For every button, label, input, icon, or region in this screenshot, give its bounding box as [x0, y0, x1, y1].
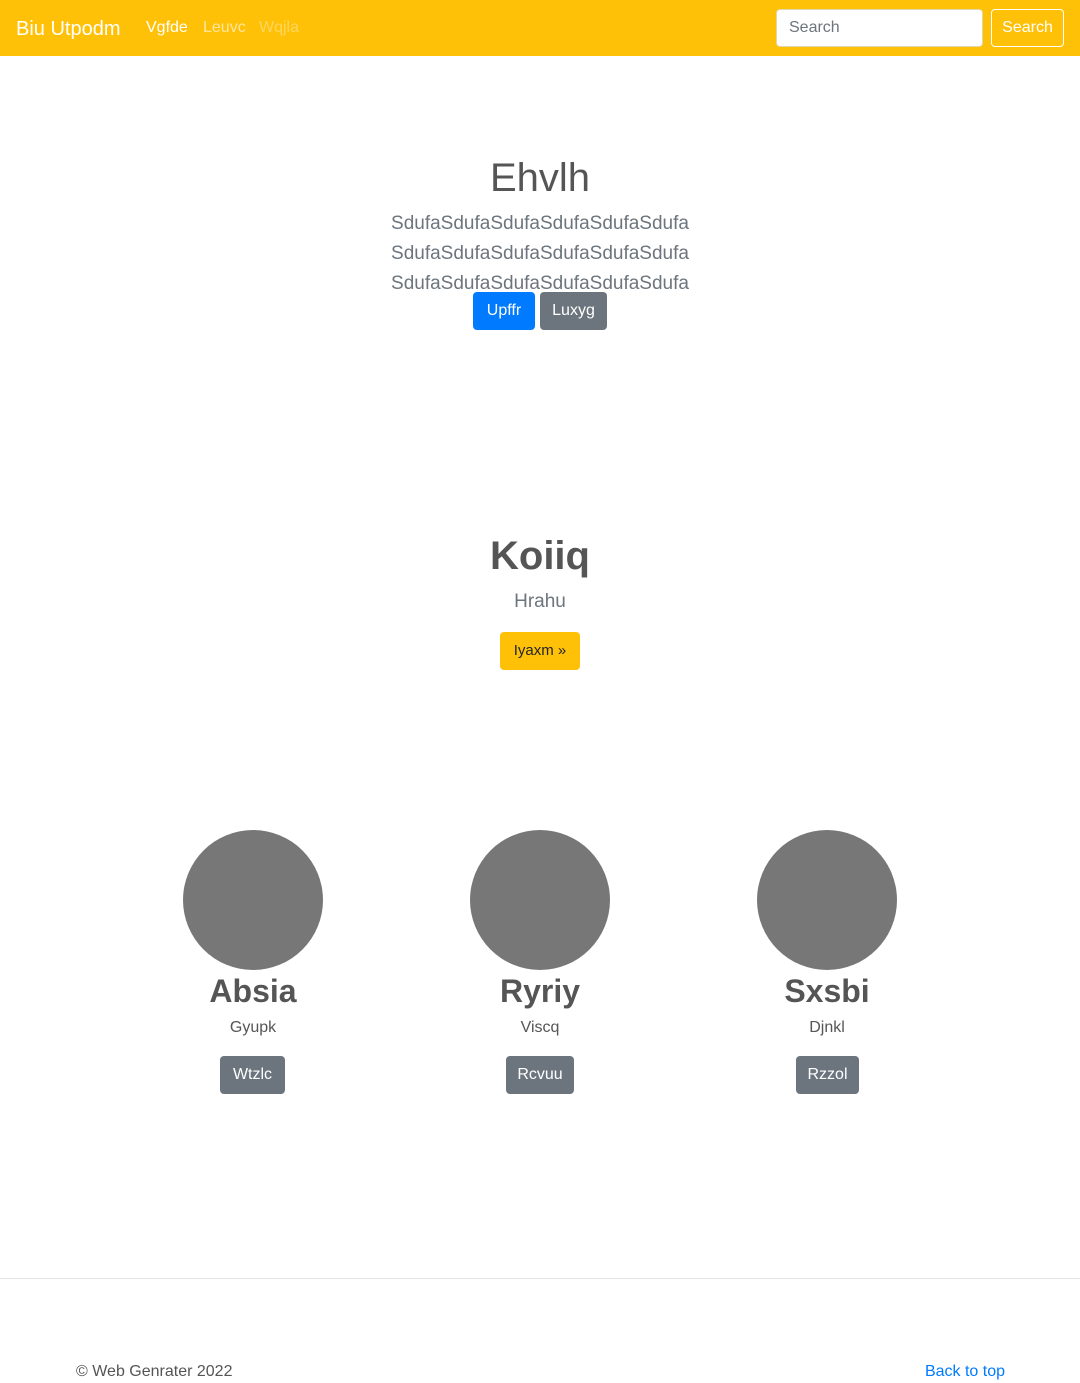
- feature-subtitle: Hrahu: [514, 591, 566, 612]
- card-title: Sxsbi: [784, 973, 870, 1009]
- hero-title: Ehvlh: [489, 156, 591, 200]
- hero-primary-button[interactable]: Upffr: [473, 292, 535, 330]
- feature-button[interactable]: Iyaxm »: [500, 632, 580, 670]
- hero-lead: SdufaSdufaSdufaSdufaSdufaSdufa SdufaSduf…: [391, 213, 689, 294]
- card-subtitle: Gyupk: [229, 1019, 277, 1036]
- brand-link[interactable]: Biu Utpodm: [16, 16, 121, 42]
- nav-link-wqjla[interactable]: Wqjla: [259, 18, 299, 38]
- avatar-placeholder: [470, 830, 610, 970]
- card-title: Ryriy: [499, 973, 581, 1009]
- hero-secondary-button[interactable]: Luxyg: [540, 292, 607, 330]
- footer-divider: [0, 1278, 1080, 1279]
- feature-title: Koiiq: [490, 534, 590, 578]
- nav-link-vgfde[interactable]: Vgfde: [146, 18, 188, 38]
- card-subtitle: Djnkl: [809, 1019, 845, 1036]
- back-to-top-link[interactable]: Back to top: [925, 1361, 1005, 1383]
- avatar-placeholder: [183, 830, 323, 970]
- card-button-rzzol[interactable]: Rzzol: [796, 1056, 859, 1094]
- avatar-placeholder: [757, 830, 897, 970]
- search-input[interactable]: [776, 9, 983, 47]
- card-button-wtzlc[interactable]: Wtzlc: [220, 1056, 285, 1094]
- card-subtitle: Viscq: [520, 1019, 560, 1036]
- nav-link-leuvc[interactable]: Leuvc: [203, 18, 246, 38]
- card-title: Absia: [209, 973, 297, 1009]
- search-button[interactable]: Search: [991, 9, 1064, 47]
- navbar: Biu Utpodm Vgfde Leuvc Wqjla Search: [0, 0, 1080, 56]
- card-button-rcvuu[interactable]: Rcvuu: [506, 1056, 574, 1094]
- footer-copyright: © Web Genrater 2022: [76, 1363, 233, 1380]
